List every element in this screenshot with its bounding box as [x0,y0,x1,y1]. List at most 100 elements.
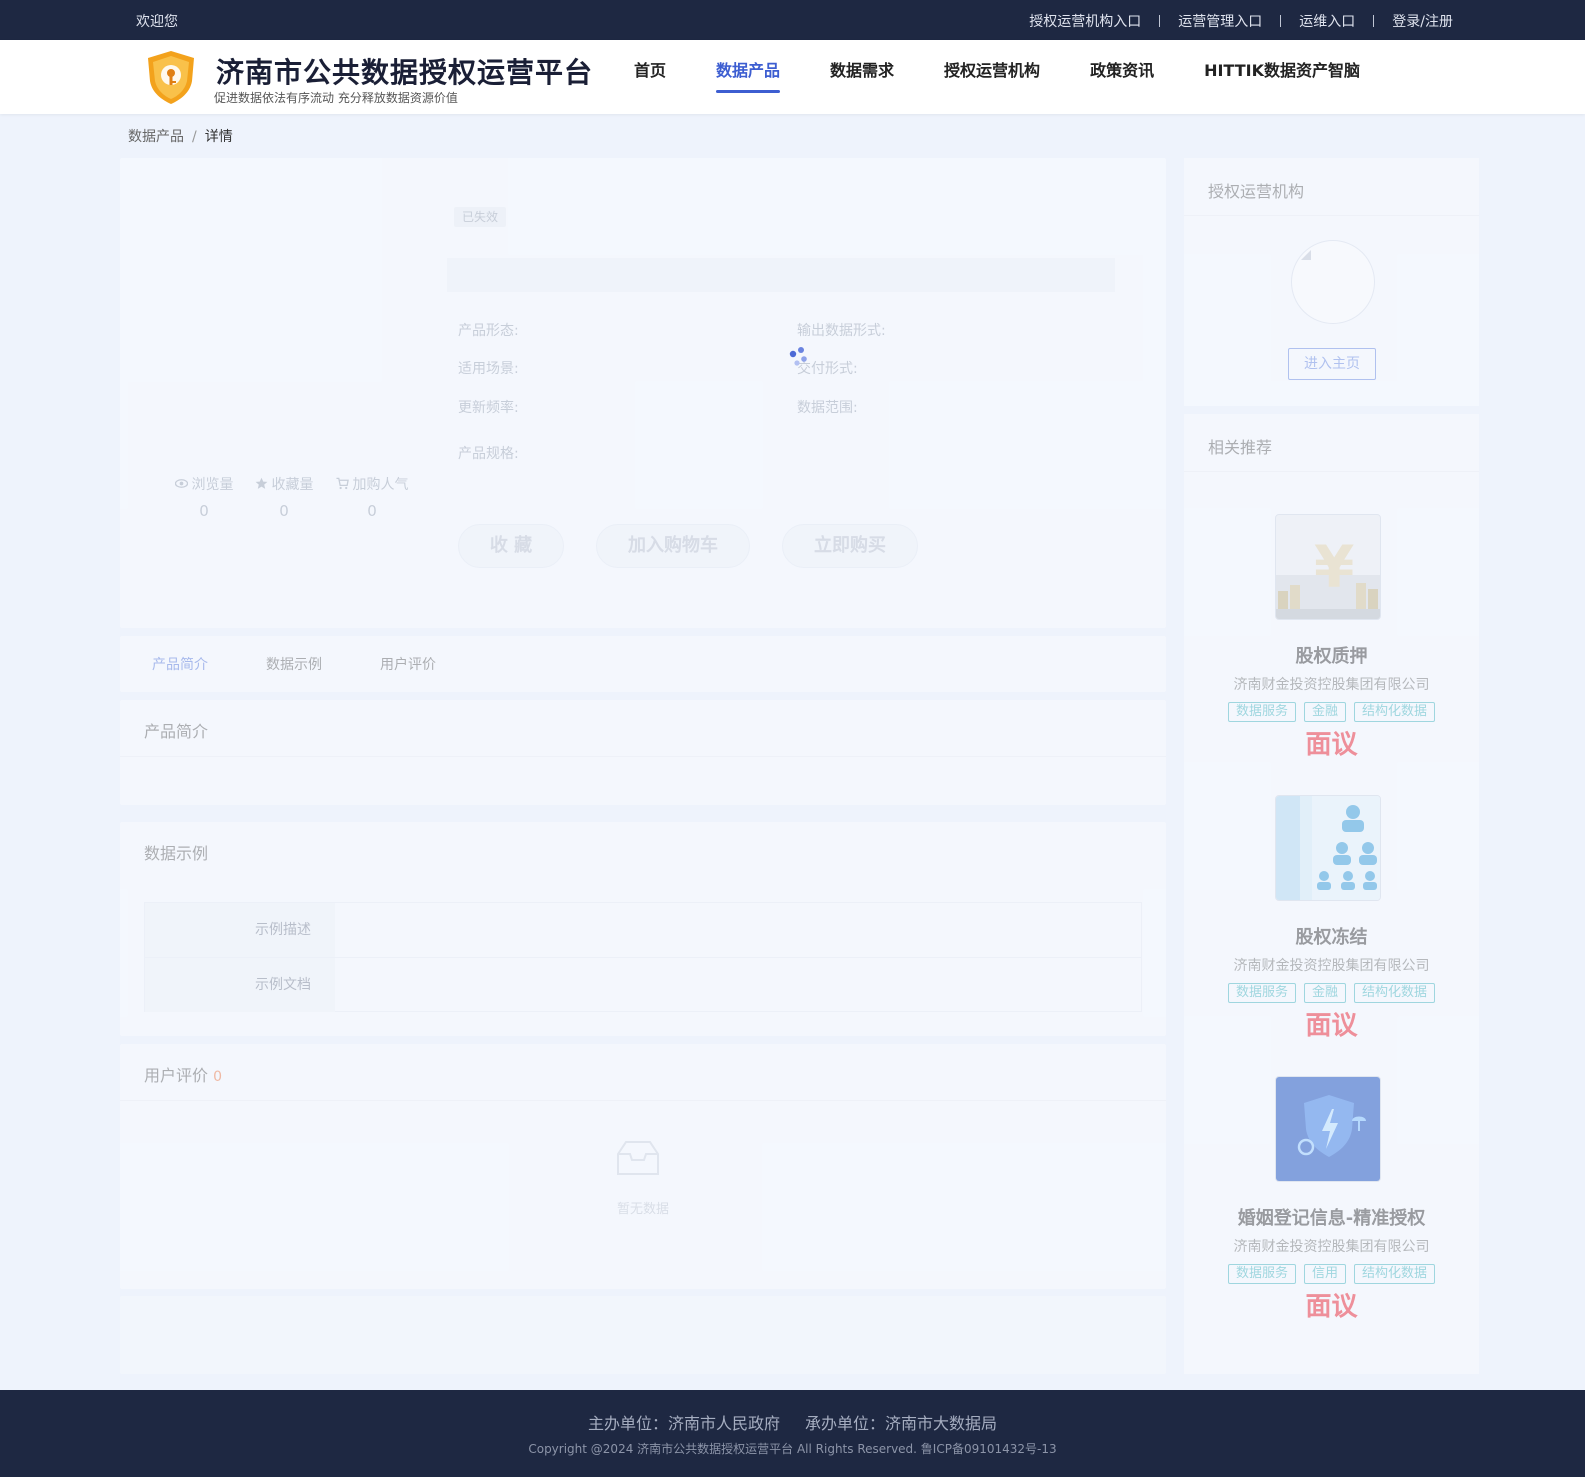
security-shield-image[interactable] [1275,1076,1381,1182]
site-header: 济南市公共数据授权运营平台 促进数据依法有序流动 充分释放数据资源价值 首页 数… [0,40,1585,114]
rec-tags: 数据服务 金融 结构化数据 [1184,983,1479,1003]
eye-icon [174,479,188,488]
tag: 结构化数据 [1354,1264,1436,1284]
nav-data-demand[interactable]: 数据需求 [830,40,894,114]
rec-tags: 数据服务 信用 结构化数据 [1184,1264,1479,1284]
rec-name: 婚姻登记信息-精准授权 [1237,1208,1426,1229]
nav-data-products[interactable]: 数据产品 [716,40,781,114]
sample-doc-label: 示例文档 [145,958,335,1012]
review-title-text: 用户评价 [144,1066,209,1085]
tag: 数据服务 [1227,983,1296,1003]
rec-company: 济南财金投资控股集团有限公司 [1233,1239,1430,1255]
people-org-image[interactable] [1275,795,1381,901]
ops-manage-link[interactable]: 运营管理入口 [1178,11,1262,31]
rec-card-title: 相关推荐 [1208,438,1273,457]
rec-price: 面议 [1305,730,1358,760]
rec-price: 面议 [1305,1011,1358,1041]
welcome-text: 欢迎您 [136,14,178,30]
org-entry-link[interactable]: 授权运营机构入口 [1029,11,1141,31]
divider [1373,15,1375,27]
org-avatar [1291,240,1375,324]
yen-coins-image[interactable]: ¥ [1275,514,1381,620]
rec-tags: 数据服务 金融 结构化数据 [1184,702,1479,722]
divider [1159,15,1161,27]
top-bar: 欢迎您 授权运营机构入口 运营管理入口 运维入口 登录/注册 [0,0,1585,40]
sample-desc-label: 示例描述 [145,903,335,957]
shield-logo-icon[interactable] [142,49,200,105]
rec-price: 面议 [1305,1292,1358,1322]
empty-box-icon [617,1141,659,1175]
org-card: 授权运营机构 进入主页 [1184,158,1479,406]
divider [1184,215,1479,216]
rec-company: 济南财金投资控股集团有限公司 [1233,677,1430,693]
divider [1280,15,1282,27]
bottom-spacer [120,1296,1166,1374]
review-count: 0 [213,1069,223,1085]
table-row: 示例描述 [145,903,1141,957]
stat-cart-value: 0 [367,502,377,520]
site-subtitle: 促进数据依法有序流动 充分释放数据资源价值 [214,91,458,105]
tag: 数据服务 [1227,1264,1296,1284]
intro-section: 产品简介 [120,700,1166,805]
maintenance-link[interactable]: 运维入口 [1299,11,1355,31]
product-stats: 浏览量 0 收藏量 0 加购人气 0 [164,474,420,520]
tab-reviews[interactable]: 用户评价 [380,654,436,674]
tab-intro[interactable]: 产品简介 [152,654,208,674]
breadcrumb-separator: / [192,129,197,145]
rec-company: 济南财金投资控股集团有限公司 [1233,958,1430,974]
stat-cart: 加购人气 0 [324,474,420,520]
org-homepage-button[interactable]: 进入主页 [1288,348,1376,380]
favorite-button[interactable]: 收 藏 [458,524,564,568]
loading-spinner-icon [789,347,807,366]
attr-scenario: 适用场景: [458,361,519,377]
attr-output-format: 输出数据形式: [797,323,886,339]
nav-hittik[interactable]: HITTIK数据资产智脑 [1204,40,1360,114]
add-to-cart-button[interactable]: 加入购物车 [596,524,750,568]
svg-text:¥: ¥ [1314,533,1354,601]
yen-coins-image-svg: ¥ [1276,515,1380,619]
intro-title: 产品简介 [144,722,209,741]
main-content: 已失效 产品形态: 输出数据形式: 适用场景: 交付形式: 更新频率: 数据范围… [120,158,1166,1374]
stat-views-label: 浏览量 [191,477,234,493]
stat-favorites-value: 0 [279,502,289,520]
status-badge: 已失效 [454,207,506,227]
detail-tabs: 产品简介 数据示例 用户评价 [120,636,1166,692]
rec-item[interactable]: 婚姻登记信息-精准授权 济南财金投资控股集团有限公司 数据服务 信用 结构化数据… [1184,1076,1479,1336]
people-org-image-svg [1276,796,1380,900]
nav-auth-orgs[interactable]: 授权运营机构 [944,40,1040,114]
site-title: 济南市公共数据授权运营平台 [216,56,594,89]
site-footer: 主办单位：济南市人民政府 承办单位：济南市大数据局 Copyright @202… [0,1390,1585,1477]
divider [1184,471,1479,472]
tab-sample[interactable]: 数据示例 [266,654,322,674]
table-row: 示例文档 [145,957,1141,1012]
divider [120,1100,1166,1101]
breadcrumb-parent[interactable]: 数据产品 [128,129,184,145]
nav-home[interactable]: 首页 [634,40,666,114]
recommendations-card: 相关推荐 ¥ 股权质押 济南财金投资控股集团有限公司 数据服务 金融 结构化数据… [1184,414,1479,1374]
divider [120,756,1166,757]
tag: 结构化数据 [1354,983,1436,1003]
login-register-link[interactable]: 登录/注册 [1392,11,1453,31]
nav-policy-news[interactable]: 政策资讯 [1090,40,1154,114]
rec-name: 股权质押 [1295,646,1368,667]
cart-icon [335,477,349,490]
stat-favorites: 收藏量 0 [244,474,324,520]
rec-item[interactable]: 股权冻结 济南财金投资控股集团有限公司 数据服务 金融 结构化数据 面议 [1184,795,1479,1055]
star-icon [255,477,267,489]
rec-item[interactable]: ¥ 股权质押 济南财金投资控股集团有限公司 数据服务 金融 结构化数据 面议 [1184,514,1479,774]
attr-form: 产品形态: [458,323,519,339]
tag: 金融 [1303,702,1346,722]
footer-copyright[interactable]: Copyright @2024 济南市公共数据授权运营平台 All Rights… [0,1440,1585,1457]
empty-text: 暂无数据 [616,1202,669,1217]
top-links: 授权运营机构入口 运营管理入口 运维入口 登录/注册 [1029,11,1453,31]
footer-sponsor: 主办单位：济南市人民政府 [587,1414,780,1433]
buy-now-button[interactable]: 立即购买 [782,524,918,568]
breadcrumb-current: 详情 [204,129,233,145]
footer-organizer: 承办单位：济南市大数据局 [805,1414,998,1433]
attr-data-range: 数据范围: [797,400,858,416]
review-title: 用户评价 0 [144,1062,222,1086]
stat-favorites-label: 收藏量 [271,477,314,493]
stat-views: 浏览量 0 [164,474,244,520]
breadcrumb: 数据产品 / 详情 [128,126,233,146]
product-title-placeholder [447,258,1115,292]
